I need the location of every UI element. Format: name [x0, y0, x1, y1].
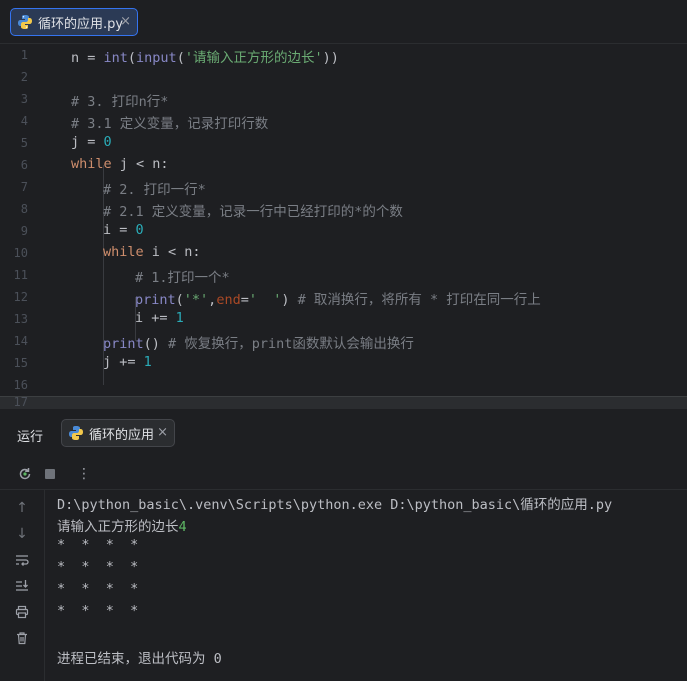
- user-input-value: 4: [178, 519, 187, 535]
- output-exit-message: 进程已结束，退出代码为 0: [57, 651, 222, 667]
- arrow-up-icon[interactable]: ↑: [12, 498, 32, 518]
- soft-wrap-icon[interactable]: [12, 550, 32, 570]
- line-number: 9: [20, 224, 28, 238]
- run-panel: 运行 循环的应用 × ⋮ ↑ ↓ D:\python_basic\.venv\S…: [0, 409, 687, 681]
- line-number: 2: [20, 70, 28, 84]
- python-icon: [69, 426, 83, 440]
- code-line-4: # 3.1 定义变量，记录打印行数: [71, 116, 269, 132]
- code-line-12: print('*',end=' ') # 取消换行，将所有 * 打印在同一行上: [135, 292, 541, 308]
- close-icon[interactable]: ×: [120, 14, 131, 29]
- line-number: 12: [13, 290, 28, 304]
- more-icon[interactable]: ⋮: [74, 464, 94, 484]
- print-icon[interactable]: [12, 602, 32, 622]
- arrow-down-icon[interactable]: ↓: [12, 524, 32, 544]
- code-line-6: while j < n:: [71, 156, 169, 172]
- stop-icon[interactable]: [40, 464, 60, 484]
- line-number: 7: [20, 180, 28, 194]
- code-line-10: while i < n:: [103, 244, 201, 260]
- editor-tab-title: 循环的应用.py: [38, 16, 124, 32]
- panel-splitter[interactable]: 17: [0, 395, 687, 410]
- output-row: * * * *: [57, 581, 139, 597]
- line-number: 1: [20, 48, 28, 62]
- indent-guide: [103, 165, 104, 385]
- code-line-13: i += 1: [135, 310, 184, 326]
- rerun-icon[interactable]: [15, 464, 35, 484]
- line-number: 5: [20, 136, 28, 150]
- code-line-15: j += 1: [103, 354, 152, 370]
- python-file-icon: [18, 15, 32, 29]
- line-number: 4: [20, 114, 28, 128]
- line-number: 16: [13, 378, 28, 392]
- output-row: * * * *: [57, 537, 139, 553]
- trash-icon[interactable]: [12, 628, 32, 648]
- run-tab-title: 循环的应用: [89, 427, 155, 443]
- editor-tab-bar: 循环的应用.py ×: [0, 0, 687, 44]
- line-number: 13: [13, 312, 28, 326]
- close-icon[interactable]: ×: [157, 425, 168, 440]
- run-toolbar: ⋮: [0, 459, 687, 490]
- output-row: * * * *: [57, 603, 139, 619]
- output-row: * * * *: [57, 559, 139, 575]
- line-number: 8: [20, 202, 28, 216]
- line-number: 14: [13, 334, 28, 348]
- line-number: 11: [13, 268, 28, 282]
- code-line-11: # 1.打印一个*: [135, 270, 230, 286]
- code-line-3: # 3. 打印n行*: [71, 94, 169, 110]
- scroll-to-end-icon[interactable]: [12, 576, 32, 596]
- editor-tab-active[interactable]: 循环的应用.py ×: [10, 8, 138, 36]
- run-side-toolbar: ↑ ↓: [0, 490, 45, 681]
- code-editor[interactable]: 1 2 3 4 5 6 7 8 9 10 11 12 13 14 15 16 n…: [0, 44, 687, 396]
- code-line-9: i = 0: [103, 222, 144, 238]
- line-number: 3: [20, 92, 28, 106]
- line-number: 15: [13, 356, 28, 370]
- run-panel-title: 运行: [17, 430, 44, 445]
- line-number-gutter: 1 2 3 4 5 6 7 8 9 10 11 12 13 14 15 16: [0, 44, 44, 396]
- code-line-7: # 2. 打印一行*: [103, 182, 206, 198]
- code-line-14: print() # 恢复换行，print函数默认会输出换行: [103, 336, 414, 352]
- code-line-8: # 2.1 定义变量，记录一行中已经打印的*的个数: [103, 204, 403, 220]
- output-command-line: D:\python_basic\.venv\Scripts\python.exe…: [57, 497, 613, 513]
- line-number: 10: [13, 246, 28, 260]
- line-number: 17: [13, 395, 28, 409]
- code-line-1: n = int(input('请输入正方形的边长')): [71, 50, 339, 66]
- run-panel-header: 运行 循环的应用 ×: [0, 409, 687, 459]
- output-prompt-line: 请输入正方形的边长4: [57, 519, 187, 535]
- code-line-5: j = 0: [71, 134, 112, 150]
- run-config-tab[interactable]: 循环的应用 ×: [61, 419, 175, 447]
- line-number: 6: [20, 158, 28, 172]
